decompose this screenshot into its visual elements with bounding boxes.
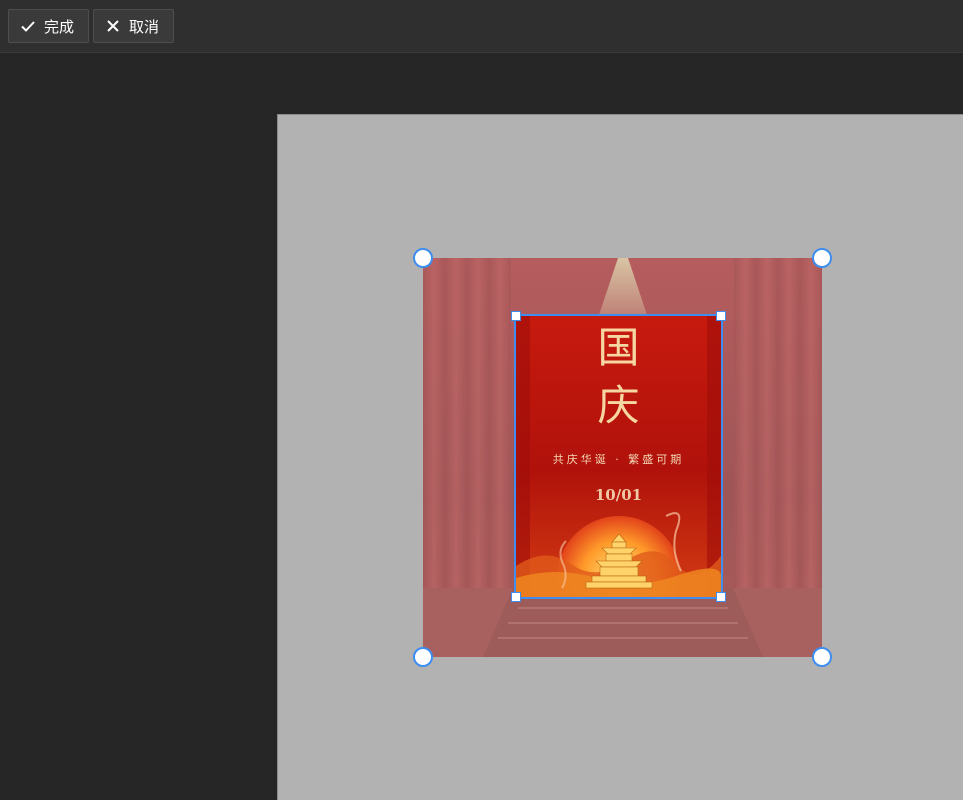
done-button[interactable]: 完成: [8, 9, 89, 43]
poster-title-char-2: 庆: [597, 381, 640, 430]
check-icon: [20, 18, 36, 34]
close-icon: [105, 18, 121, 34]
poster-subtitle: 共庆华诞 · 繁盛可期: [552, 453, 685, 466]
poster-title-char-1: 国: [597, 323, 640, 372]
image-resize-handle-top-left[interactable]: [413, 248, 433, 268]
crop-handle-top-right[interactable]: [716, 311, 726, 321]
crop-handle-top-left[interactable]: [511, 311, 521, 321]
done-label: 完成: [44, 17, 75, 36]
crop-handle-bottom-left[interactable]: [511, 592, 521, 602]
cancel-button[interactable]: 取消: [93, 9, 174, 43]
cancel-label: 取消: [129, 17, 160, 36]
crop-region[interactable]: 国 庆 共庆华诞 · 繁盛可期 10/01: [514, 314, 723, 599]
crop-toolbar: 完成 取消: [0, 0, 963, 53]
poster-date: 10/01: [594, 486, 643, 504]
image-resize-handle-top-right[interactable]: [812, 248, 832, 268]
image-resize-handle-bottom-left[interactable]: [413, 647, 433, 667]
image-resize-handle-bottom-right[interactable]: [812, 647, 832, 667]
crop-handle-bottom-right[interactable]: [716, 592, 726, 602]
